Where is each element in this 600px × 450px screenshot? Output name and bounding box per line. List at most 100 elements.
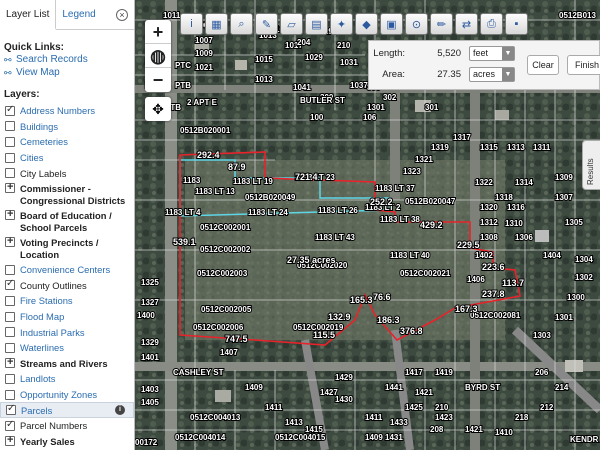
- quick-link-search-records[interactable]: ⚯ Search Records: [0, 53, 134, 66]
- layer-item[interactable]: Streams and Rivers: [0, 356, 134, 372]
- layer-item[interactable]: City Labels: [0, 165, 134, 181]
- layer-checkbox[interactable]: [5, 342, 15, 353]
- layer-checkbox[interactable]: [5, 373, 15, 384]
- layer-label[interactable]: Fire Stations: [20, 295, 73, 306]
- map-layers-icon[interactable]: ▤: [305, 13, 328, 35]
- clear-button[interactable]: Clear: [527, 55, 559, 75]
- map-toolbar: i ▦ ⌕ ✎ ▱ ▤ ✦ ◆ ▣ ⊙ ✏ ⇄ ⎙ ▪: [180, 13, 530, 35]
- sketch-icon[interactable]: ✎: [255, 13, 278, 35]
- layer-item[interactable]: County Outlines: [0, 278, 134, 294]
- layer-item[interactable]: Convenience Centers: [0, 262, 134, 278]
- parcel-label: 1415: [305, 425, 323, 434]
- print-icon[interactable]: ⎙: [480, 13, 503, 35]
- layer-item[interactable]: Cities: [0, 150, 134, 166]
- layer-label[interactable]: Commissioner - Congressional Districts: [20, 183, 130, 207]
- save-icon[interactable]: ▪: [505, 13, 528, 35]
- parcel-label: 1029: [305, 53, 323, 62]
- pan-icon[interactable]: ✥: [145, 97, 171, 121]
- layer-label[interactable]: Waterlines: [20, 342, 64, 353]
- layer-item[interactable]: Opportunity Zones: [0, 387, 134, 403]
- expand-icon[interactable]: [5, 434, 15, 447]
- find-icon[interactable]: ⌕: [230, 13, 253, 35]
- zoom-out-button[interactable]: −: [145, 68, 171, 92]
- layer-item[interactable]: Landlots: [0, 371, 134, 387]
- light-icon[interactable]: ✦: [330, 13, 353, 35]
- tab-layer-list[interactable]: Layer List: [0, 0, 57, 30]
- layer-label[interactable]: Streams and Rivers: [20, 358, 108, 369]
- marker-icon[interactable]: ◆: [355, 13, 378, 35]
- layer-checkbox[interactable]: [5, 104, 15, 116]
- layer-item[interactable]: Commissioner - Congressional Districts: [0, 181, 134, 208]
- tab-legend[interactable]: Legend: [56, 0, 101, 30]
- layer-item[interactable]: Cemeteries: [0, 134, 134, 150]
- layer-label[interactable]: Yearly Sales: [20, 436, 75, 447]
- layer-label[interactable]: Opportunity Zones: [20, 389, 97, 400]
- layer-checkbox[interactable]: [5, 121, 15, 132]
- zoom-in-button[interactable]: +: [145, 20, 171, 44]
- layer-label[interactable]: Convenience Centers: [20, 264, 110, 275]
- expand-icon[interactable]: [5, 208, 15, 220]
- layer-item[interactable]: Parcels i: [0, 402, 134, 418]
- layer-item[interactable]: Board of Education / School Parcels: [0, 208, 134, 235]
- layer-item[interactable]: Yearly Sales: [0, 434, 134, 450]
- layer-checkbox[interactable]: [5, 168, 15, 179]
- layer-item[interactable]: Waterlines: [0, 340, 134, 356]
- layer-label[interactable]: Parcel Numbers: [20, 420, 87, 431]
- parcel-label: 1183 LT 19: [233, 177, 273, 186]
- layer-label[interactable]: Board of Education / School Parcels: [20, 210, 130, 234]
- layers-heading: Layers:: [4, 89, 40, 100]
- layer-item[interactable]: Address Numbers: [0, 103, 134, 119]
- info-icon[interactable]: i: [115, 405, 125, 416]
- layer-item[interactable]: Voting Precincts / Location: [0, 235, 134, 262]
- measurement-label: 132.9: [328, 312, 351, 322]
- layer-label[interactable]: Cemeteries: [20, 136, 68, 147]
- layer-item[interactable]: Industrial Parks: [0, 324, 134, 340]
- layer-label[interactable]: Landlots: [20, 373, 55, 384]
- layer-checkbox[interactable]: [5, 152, 15, 163]
- layer-item[interactable]: Flood Map: [0, 309, 134, 325]
- expand-icon[interactable]: [5, 356, 15, 369]
- length-unit-select[interactable]: feet ▼: [469, 46, 515, 61]
- layer-checkbox[interactable]: [5, 295, 15, 306]
- layer-checkbox[interactable]: [5, 264, 15, 275]
- magnifier-icon[interactable]: ⊙: [405, 13, 428, 35]
- parcel-label: PTC: [175, 61, 191, 70]
- layer-checkbox[interactable]: [5, 136, 15, 147]
- layer-label[interactable]: Flood Map: [20, 311, 64, 322]
- expand-icon[interactable]: [5, 235, 15, 247]
- measurement-label: 229.5: [457, 240, 480, 250]
- layer-item[interactable]: Parcel Numbers: [0, 418, 134, 434]
- select-icon[interactable]: ▦: [205, 13, 228, 35]
- finish-button[interactable]: Finish: [567, 55, 600, 75]
- swap-icon[interactable]: ⇄: [455, 13, 478, 35]
- layer-item[interactable]: Buildings: [0, 119, 134, 135]
- layer-label[interactable]: Industrial Parks: [20, 327, 85, 338]
- link-icon: ⚯: [4, 67, 12, 78]
- pencil-icon[interactable]: ✏: [430, 13, 453, 35]
- parcel-label: 1320: [480, 203, 498, 212]
- layer-label[interactable]: Buildings: [20, 121, 58, 132]
- layer-label[interactable]: Voting Precincts / Location: [20, 237, 130, 261]
- layer-checkbox[interactable]: [6, 403, 16, 416]
- info-icon[interactable]: i: [180, 13, 203, 35]
- layer-checkbox[interactable]: [5, 327, 15, 338]
- layer-label[interactable]: City Labels: [20, 168, 66, 179]
- layer-checkbox[interactable]: [5, 389, 15, 400]
- expand-icon[interactable]: [5, 181, 15, 193]
- map-view[interactable]: 0512B01310051007100910211011101310151017…: [135, 0, 600, 450]
- quick-link-view-map[interactable]: ⚯ View Map: [0, 66, 134, 79]
- layer-label[interactable]: Cities: [20, 152, 43, 163]
- layer-label[interactable]: Parcels: [21, 405, 52, 416]
- results-tab[interactable]: Results: [582, 140, 600, 190]
- globe-icon[interactable]: ◍: [145, 44, 171, 68]
- close-icon[interactable]: ×: [116, 9, 128, 21]
- area-unit-select[interactable]: acres ▼: [469, 67, 515, 82]
- layer-checkbox[interactable]: [5, 419, 15, 431]
- layer-label[interactable]: Address Numbers: [20, 105, 95, 116]
- layer-label[interactable]: County Outlines: [20, 280, 87, 291]
- measure-icon[interactable]: ▣: [380, 13, 403, 35]
- eraser-icon[interactable]: ▱: [280, 13, 303, 35]
- layer-checkbox[interactable]: [5, 311, 15, 322]
- layer-item[interactable]: Fire Stations: [0, 293, 134, 309]
- layer-checkbox[interactable]: [5, 278, 15, 291]
